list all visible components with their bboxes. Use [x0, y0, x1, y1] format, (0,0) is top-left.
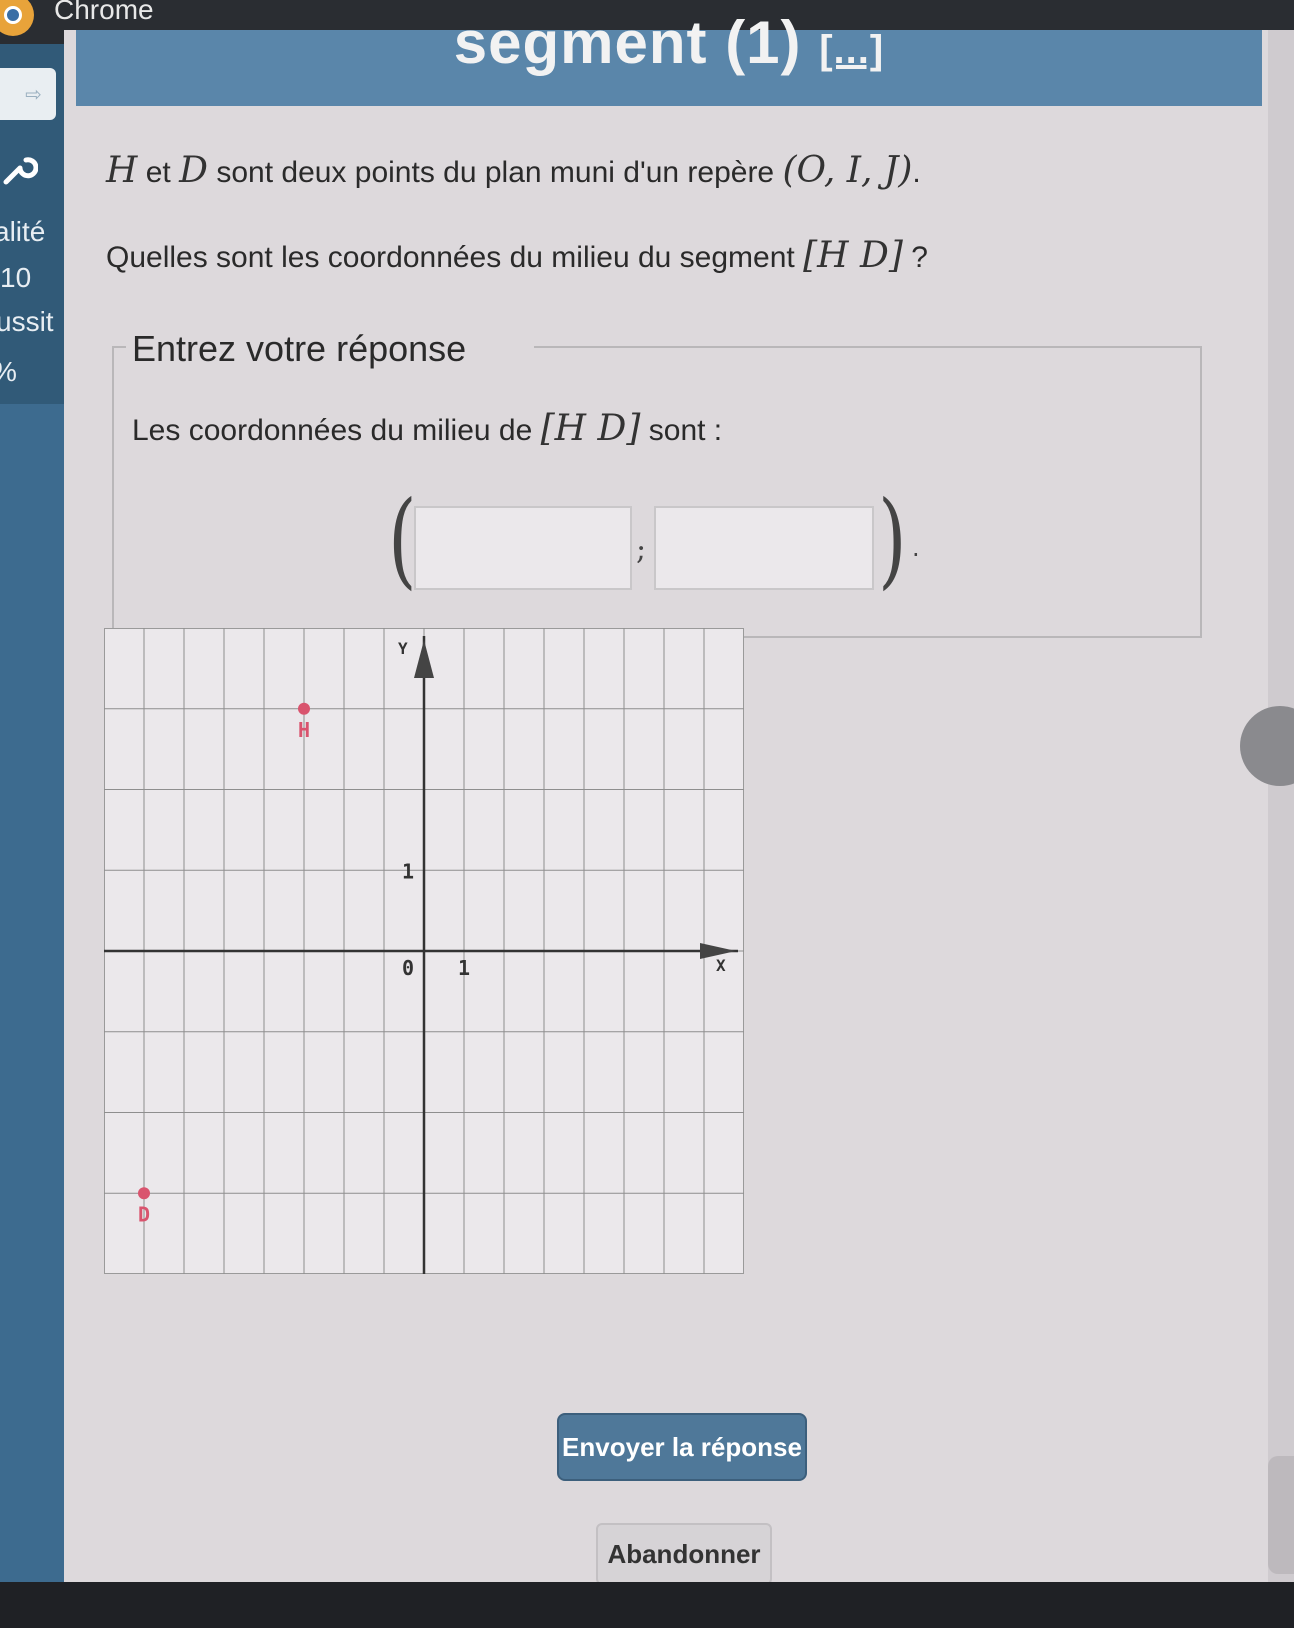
- point-h: H: [106, 150, 138, 191]
- frame-oij: (O, I, J): [782, 150, 913, 191]
- origin-label: 0: [402, 956, 414, 980]
- answer-intro-end: sont :: [648, 414, 723, 447]
- point-label: H: [298, 718, 310, 742]
- segment-hd: [H D]: [803, 235, 903, 276]
- x-coordinate-input[interactable]: [414, 506, 632, 590]
- right-edge-panel: [1268, 30, 1294, 1582]
- main-content: segment (1) [...] H et D sont deux point…: [64, 9, 1268, 1585]
- question-end-2: ?: [911, 241, 928, 274]
- point-marker[interactable]: [298, 702, 310, 715]
- question-end-1: .: [912, 156, 921, 189]
- point-label: D: [138, 1202, 150, 1226]
- answer-fieldset: Entrez votre réponse Les coordonnées du …: [112, 328, 1202, 638]
- point-marker[interactable]: [138, 1187, 150, 1200]
- point-d: D: [179, 150, 208, 191]
- answer-intro: Les coordonnées du milieu de [H D] sont …: [132, 408, 722, 449]
- coordinate-separator: ;: [636, 532, 647, 567]
- sidebar-item-label: %: [0, 356, 17, 388]
- side-drawer-handle[interactable]: [1268, 1456, 1294, 1574]
- question-et: et: [145, 156, 171, 189]
- question-text-1: sont deux points du plan muni d'un repèr…: [216, 156, 775, 189]
- chrome-logo-icon: [0, 0, 34, 36]
- abandon-button[interactable]: Abandonner: [596, 1523, 772, 1585]
- sidebar-item-label: 10: [0, 262, 32, 293]
- question-line-1: H et D sont deux points du plan muni d'u…: [106, 150, 921, 191]
- taskbar: [0, 1582, 1294, 1628]
- send-answer-button[interactable]: Envoyer la réponse: [557, 1413, 807, 1481]
- x-axis-label: X: [716, 956, 726, 975]
- left-sidebar: ⇨ alité 10 ussit %: [0, 44, 64, 1584]
- question-line-2: Quelles sont les coordonnées du milieu d…: [106, 235, 928, 276]
- answer-intro-text: Les coordonnées du milieu de: [132, 414, 533, 447]
- answer-legend: Entrez votre réponse: [132, 328, 467, 369]
- page-title-text: segment (1): [453, 9, 802, 76]
- y-coordinate-input[interactable]: [654, 506, 874, 590]
- close-paren: ): [878, 478, 907, 600]
- question-text-2: Quelles sont les coordonnées du milieu d…: [106, 241, 795, 274]
- y-unit-label: 1: [402, 859, 414, 883]
- y-axis-label: Y: [398, 639, 408, 658]
- x-unit-label: 1: [458, 956, 470, 980]
- back-button[interactable]: ⇨: [0, 68, 56, 120]
- coordinate-graph[interactable]: 0 1 1 X Y H D: [104, 628, 744, 1274]
- page-title: segment (1) [...]: [76, 8, 1262, 77]
- answer-segment: [H D]: [540, 408, 641, 449]
- title-more-link[interactable]: [...]: [819, 28, 884, 72]
- sidebar-item-label: ussit: [0, 306, 54, 337]
- end-dot: .: [912, 534, 920, 562]
- sidebar-item-label: alité: [0, 216, 46, 247]
- page-header: segment (1) [...]: [76, 9, 1262, 106]
- open-paren: (: [388, 478, 417, 600]
- wrench-icon[interactable]: [2, 152, 39, 188]
